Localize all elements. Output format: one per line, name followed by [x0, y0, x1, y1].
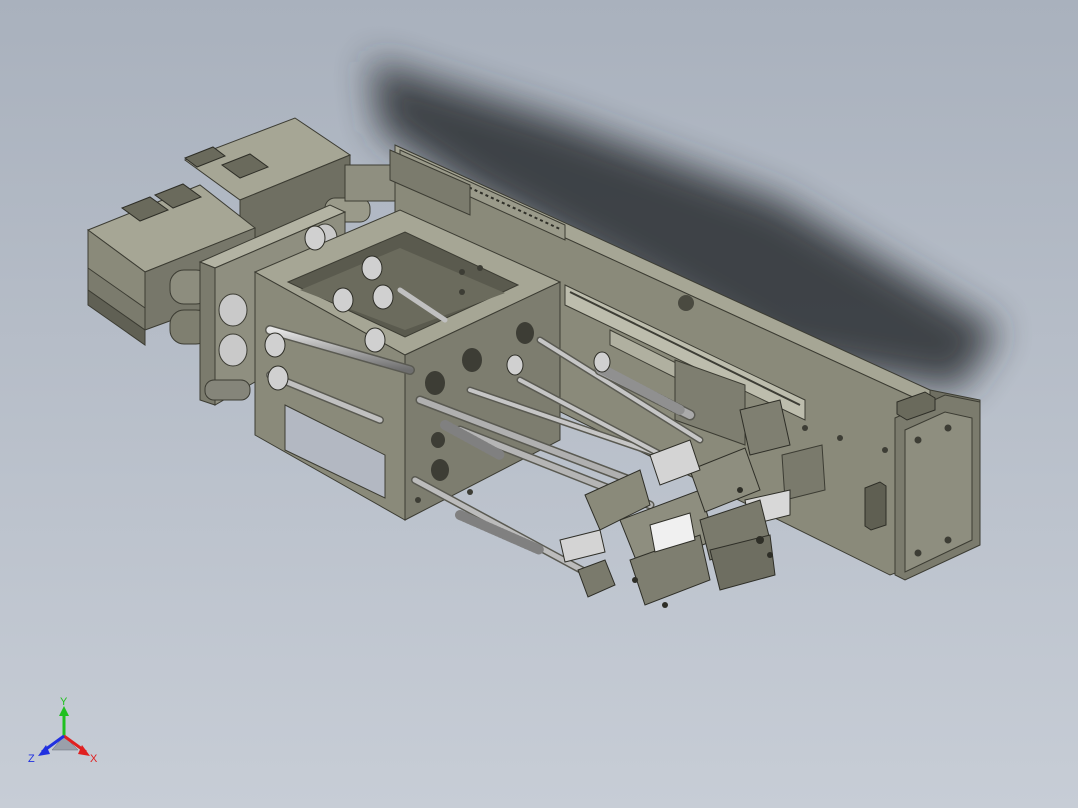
assembly-3d-model[interactable] [0, 0, 1078, 808]
x-axis-label: X [90, 753, 98, 765]
z-axis-label: Z [28, 753, 35, 765]
y-axis-label: Y [60, 696, 68, 708]
y-axis-arrow-icon [59, 706, 69, 736]
axis-triad[interactable]: Y X Z [26, 694, 106, 766]
cad-viewport[interactable]: Y X Z [0, 0, 1078, 808]
